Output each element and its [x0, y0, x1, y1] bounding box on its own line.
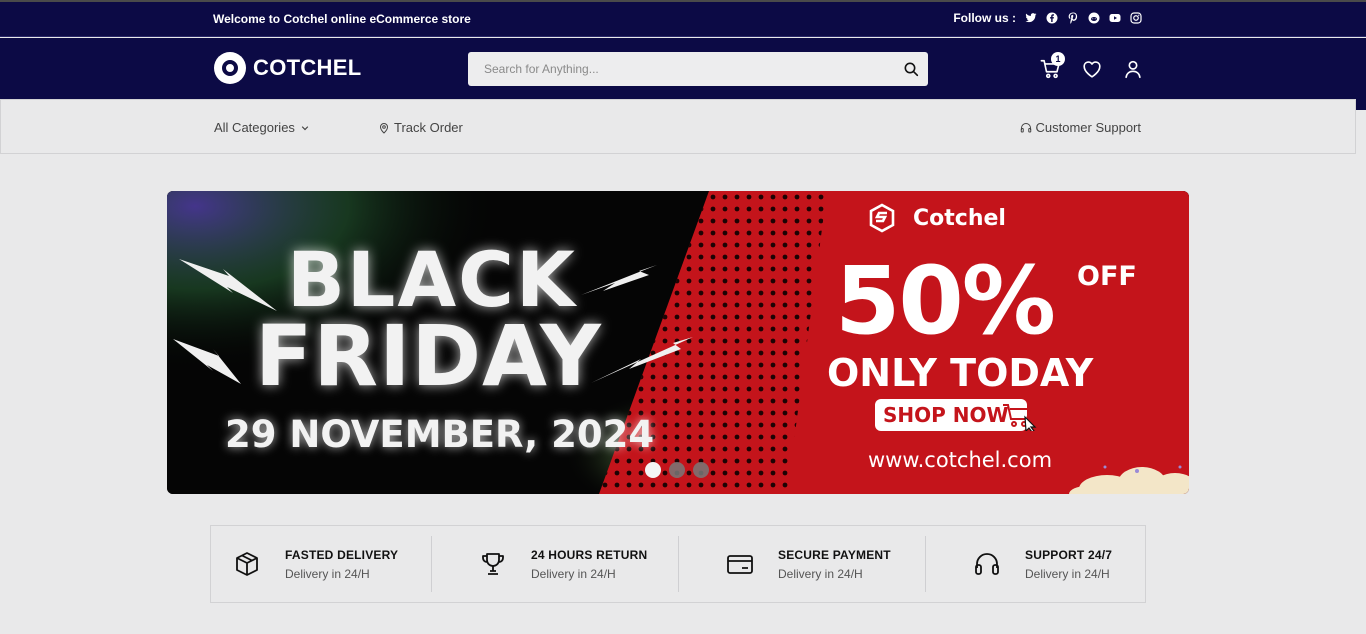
logo-text: COTCHEL — [253, 55, 362, 80]
banner-only-today: ONLY TODAY — [827, 351, 1094, 395]
divider — [925, 536, 926, 592]
shop-now-label: SHOP NOW — [883, 403, 1009, 427]
instagram-icon[interactable] — [1130, 12, 1142, 24]
feature-subtitle: Delivery in 24/H — [285, 566, 370, 581]
banner-discount: 50% — [835, 247, 1056, 356]
headphones-icon — [973, 550, 1001, 578]
banner-brand: Cotchel — [867, 203, 1006, 233]
youtube-icon[interactable] — [1109, 12, 1121, 24]
feature-subtitle: Delivery in 24/H — [778, 566, 863, 581]
heart-icon — [1083, 61, 1101, 78]
category-nav: All Categories Track Order Customer Supp… — [0, 99, 1356, 154]
cart-button[interactable]: 1 — [1040, 52, 1065, 80]
feature-subtitle: Delivery in 24/H — [531, 566, 616, 581]
divider — [431, 536, 432, 592]
banner-shop-now-button[interactable]: SHOP NOW — [875, 399, 1037, 431]
all-categories-dropdown[interactable]: All Categories — [214, 120, 311, 135]
wishlist-button[interactable] — [1081, 58, 1103, 80]
feature-title: SECURE PAYMENT — [778, 547, 891, 562]
reddit-icon[interactable] — [1088, 12, 1100, 24]
customer-support-label: Customer Support — [1035, 120, 1142, 135]
trophy-icon — [479, 550, 507, 578]
main-header: COTCHEL 1 — [0, 38, 1356, 99]
feature-item: FASTED DELIVERY Delivery in 24/H — [233, 526, 398, 602]
twitter-icon[interactable] — [1025, 12, 1037, 24]
feature-item: SECURE PAYMENT Delivery in 24/H — [726, 526, 891, 602]
feature-item: SUPPORT 24/7 Delivery in 24/H — [973, 526, 1112, 602]
features-strip: FASTED DELIVERY Delivery in 24/H 24 HOUR… — [210, 525, 1146, 603]
banner-headline-friday: FRIDAY — [255, 307, 602, 405]
user-icon — [1125, 60, 1141, 79]
hero-banner[interactable]: BLACK FRIDAY 29 NOVEMBER, 2024 Cotchel 5… — [167, 191, 1189, 494]
feature-title: 24 HOURS RETURN — [531, 547, 648, 562]
search-bar — [468, 52, 928, 86]
brand-logo-icon — [869, 203, 895, 233]
headset-icon — [1020, 122, 1031, 132]
account-button[interactable] — [1122, 58, 1144, 80]
chevron-down-icon — [301, 125, 309, 130]
logo-mark-icon — [214, 52, 246, 84]
banner-date: 29 NOVEMBER, 2024 — [225, 413, 655, 456]
customer-support-link[interactable]: Customer Support — [1020, 120, 1142, 135]
track-order-label: Track Order — [394, 120, 463, 135]
feature-item: 24 HOURS RETURN Delivery in 24/H — [479, 526, 647, 602]
banner-url: www.cotchel.com — [868, 448, 1053, 472]
banner-off: OFF — [1077, 261, 1137, 292]
header-edge — [1356, 38, 1366, 110]
welcome-text: Welcome to Cotchel online eCommerce stor… — [213, 12, 471, 26]
carousel-dot-2[interactable] — [669, 462, 685, 478]
location-pin-icon — [379, 122, 389, 134]
pinterest-icon[interactable] — [1067, 12, 1079, 24]
facebook-icon[interactable] — [1046, 12, 1058, 24]
all-categories-label: All Categories — [214, 120, 295, 135]
divider — [678, 536, 679, 592]
carousel-dot-1[interactable] — [645, 462, 661, 478]
carousel-pagination — [645, 462, 709, 478]
social-links: Follow us : — [953, 11, 1142, 25]
carousel-dot-3[interactable] — [693, 462, 709, 478]
search-input[interactable] — [468, 52, 888, 86]
feature-title: FASTED DELIVERY — [285, 547, 399, 562]
shopping-cart-icon — [1003, 404, 1037, 431]
search-icon[interactable] — [903, 61, 919, 77]
feature-subtitle: Delivery in 24/H — [1025, 566, 1110, 581]
cart-count-badge: 1 — [1051, 52, 1065, 66]
credit-card-icon — [726, 550, 754, 578]
follow-label: Follow us : — [953, 11, 1016, 25]
top-bar: Welcome to Cotchel online eCommerce stor… — [0, 2, 1366, 37]
feature-title: SUPPORT 24/7 — [1025, 547, 1113, 562]
track-order-link[interactable]: Track Order — [378, 120, 463, 135]
box-icon — [233, 550, 261, 578]
banner-brand-name: Cotchel — [913, 205, 1006, 231]
site-logo[interactable]: COTCHEL — [214, 52, 361, 84]
